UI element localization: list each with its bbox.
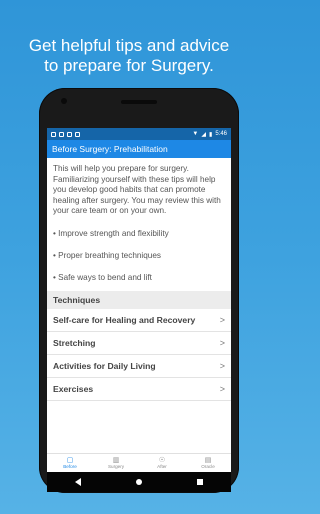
chevron-right-icon: > bbox=[219, 360, 225, 371]
document-icon: ▤ bbox=[204, 457, 212, 464]
tab-before[interactable]: ▢ Before bbox=[47, 454, 93, 472]
notification-icon bbox=[51, 131, 56, 137]
row-label: Activities for Daily Living bbox=[53, 360, 156, 371]
list-item: • Improve strength and flexibility bbox=[53, 229, 169, 238]
back-icon[interactable] bbox=[74, 478, 81, 486]
row-label: Stretching bbox=[53, 337, 96, 348]
tab-surgery[interactable]: ▥ Surgery bbox=[93, 454, 139, 472]
phone-screen: ▼ ◢ ▮ 5:46 Before Surgery: Prehabilitati… bbox=[47, 128, 231, 472]
earpiece bbox=[121, 100, 157, 104]
row-stretching[interactable]: Stretching > bbox=[47, 332, 231, 355]
row-label: Exercises bbox=[53, 383, 94, 394]
notification-icon bbox=[59, 131, 64, 137]
tab-label: Oracle bbox=[201, 464, 215, 469]
chevron-right-icon: > bbox=[219, 314, 225, 325]
recent-apps-icon[interactable] bbox=[197, 479, 204, 485]
bottom-tab-bar: ▢ Before ▥ Surgery ☉ After ▤ Oracle bbox=[47, 453, 231, 472]
wifi-icon: ▼ bbox=[192, 131, 199, 137]
battery-icon: ▮ bbox=[209, 131, 213, 138]
notification-icon bbox=[67, 131, 72, 137]
tab-label: Before bbox=[63, 464, 77, 469]
page-title: Before Surgery: Prehabilitation bbox=[52, 144, 168, 154]
intro-text: This will help you prepare for surgery. … bbox=[53, 164, 221, 215]
row-label: Self-care for Healing and Recovery bbox=[53, 314, 196, 325]
signal-icon: ◢ bbox=[201, 131, 206, 138]
chevron-right-icon: > bbox=[219, 383, 225, 394]
home-icon[interactable] bbox=[135, 479, 142, 485]
chevron-right-icon: > bbox=[219, 337, 225, 348]
promo-line-2: to prepare for Surgery. bbox=[44, 56, 214, 75]
tab-oracle[interactable]: ▤ Oracle bbox=[185, 454, 231, 472]
section-header-techniques: Techniques bbox=[47, 290, 231, 309]
row-self-care[interactable]: Self-care for Healing and Recovery > bbox=[47, 309, 231, 332]
clipboard-icon: ▢ bbox=[66, 457, 74, 464]
phone-frame: ▼ ◢ ▮ 5:46 Before Surgery: Prehabilitati… bbox=[39, 88, 239, 493]
status-bar: ▼ ◢ ▮ 5:46 bbox=[47, 128, 231, 140]
bed-icon: ▥ bbox=[112, 457, 120, 464]
android-nav-bar bbox=[47, 472, 231, 492]
bullet-list: • Improve strength and flexibility • Pro… bbox=[47, 223, 231, 289]
notification-icon bbox=[75, 131, 80, 137]
tab-label: After bbox=[157, 464, 167, 469]
list-item: • Proper breathing techniques bbox=[53, 251, 162, 260]
promo-line-1: Get helpful tips and advice bbox=[28, 36, 230, 55]
promo-headline: Get helpful tips and advice to prepare f… bbox=[8, 36, 250, 76]
row-exercises[interactable]: Exercises > bbox=[47, 378, 231, 401]
walking-icon: ☉ bbox=[158, 457, 166, 464]
app-bar: Before Surgery: Prehabilitation bbox=[47, 140, 231, 158]
tab-label: Surgery bbox=[107, 464, 125, 469]
list-item: • Safe ways to bend and lift bbox=[53, 273, 152, 282]
front-camera-icon bbox=[61, 98, 67, 104]
status-time: 5:46 bbox=[215, 131, 227, 137]
tab-after[interactable]: ☉ After bbox=[139, 454, 185, 472]
row-daily-living[interactable]: Activities for Daily Living > bbox=[47, 355, 231, 378]
